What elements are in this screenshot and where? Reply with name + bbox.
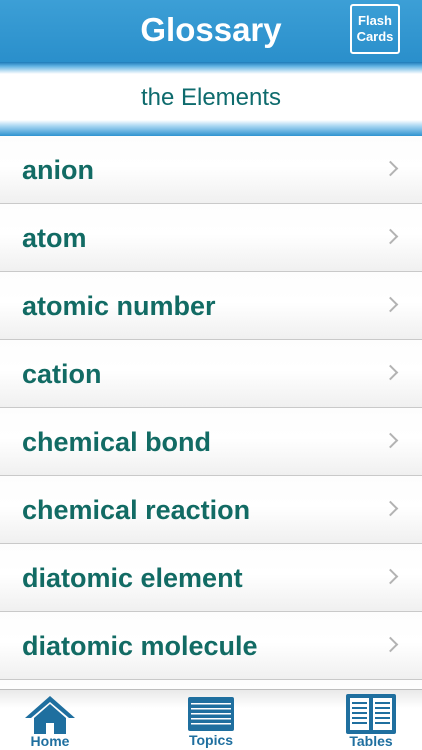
list-item-label: atomic number [22,291,216,321]
flash-cards-button[interactable]: Flash Cards [350,4,400,54]
list-item[interactable]: cation [0,340,422,408]
list-item[interactable]: chemical bond [0,408,422,476]
flash-cards-label-line1: Flash [358,13,392,28]
tab-topics-label: Topics [188,732,234,748]
tab-topics[interactable]: Topics [179,690,243,750]
flash-cards-label-line2: Cards [356,29,394,44]
tab-tables-label: Tables [349,733,393,749]
section-header: the Elements [0,62,422,136]
list-item[interactable]: atomic number [0,272,422,340]
list-item-label: anion [22,155,94,185]
chevron-right-icon [382,568,399,585]
list-item-label: chemical bond [22,427,212,457]
tab-tables[interactable]: Tables [339,690,403,750]
list-item-label: diatomic element [22,563,243,593]
list-item[interactable] [0,680,422,689]
chevron-right-icon [382,636,399,653]
section-title: the Elements [140,84,282,111]
header-bar: Glossary Flash Cards [0,0,422,62]
tab-bar: Home Topics Tables [0,689,422,750]
chevron-right-icon [382,160,399,177]
list-item-label: cation [22,359,102,389]
list-item-label: diatomic molecule [22,631,258,661]
chevron-right-icon [382,364,399,381]
chevron-right-icon [382,228,399,245]
chevron-right-icon [382,432,399,449]
chevron-right-icon [382,500,399,517]
list-item[interactable]: anion [0,136,422,204]
tab-home-label: Home [30,733,70,749]
glossary-list[interactable]: anion atom atomic number cation chemical… [0,136,422,689]
chevron-right-icon [382,296,399,313]
list-item[interactable]: chemical reaction [0,476,422,544]
glossary-screen: Glossary Flash Cards the Elements anion … [0,0,422,750]
list-item-label: chemical reaction [22,495,251,525]
book-icon [346,694,396,734]
home-icon [25,696,75,734]
tab-home[interactable]: Home [18,690,82,750]
list-item-label: atom [22,223,87,253]
list-item[interactable]: atom [0,204,422,272]
list-icon [188,697,234,731]
list-item[interactable]: diatomic element [0,544,422,612]
list-item[interactable]: diatomic molecule [0,612,422,680]
